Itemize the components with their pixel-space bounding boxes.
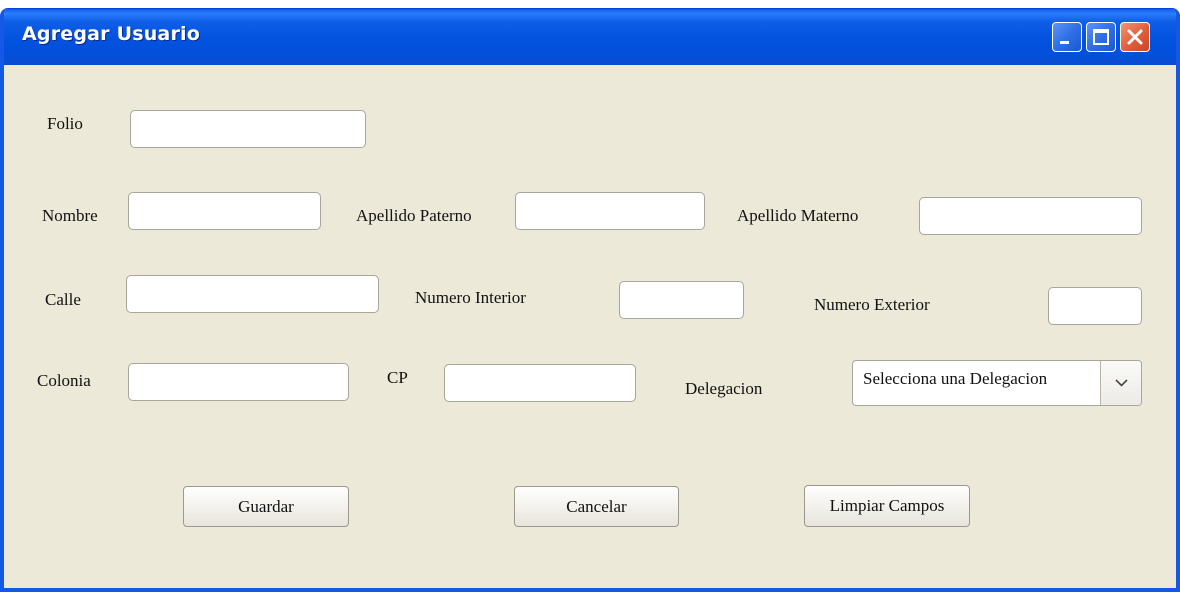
- colonia-input[interactable]: [128, 363, 349, 401]
- delegacion-dropdown-button[interactable]: [1100, 361, 1141, 405]
- cancelar-button[interactable]: Cancelar: [514, 486, 679, 527]
- numero-exterior-input[interactable]: [1048, 287, 1142, 325]
- apellido-paterno-label: Apellido Paterno: [356, 206, 472, 225]
- minimize-button[interactable]: [1052, 22, 1082, 52]
- calle-label: Calle: [45, 290, 81, 309]
- apellido-paterno-input[interactable]: [515, 192, 705, 230]
- folio-label: Folio: [47, 114, 83, 133]
- minimize-icon: [1060, 41, 1069, 44]
- cp-input[interactable]: [444, 364, 636, 402]
- chevron-down-icon: [1115, 379, 1128, 387]
- colonia-label: Colonia: [37, 371, 91, 390]
- numero-interior-label: Numero Interior: [415, 288, 526, 307]
- maximize-icon: [1093, 29, 1109, 45]
- limpiar-campos-button[interactable]: Limpiar Campos: [804, 485, 970, 527]
- nombre-input[interactable]: [128, 192, 321, 230]
- cp-label: CP: [387, 368, 408, 387]
- agregar-usuario-window: Agregar Usuario Folio Nombre Apellido Pa…: [0, 8, 1180, 592]
- numero-exterior-label: Numero Exterior: [814, 295, 930, 314]
- nombre-label: Nombre: [42, 206, 98, 225]
- apellido-materno-input[interactable]: [919, 197, 1142, 235]
- delegacion-label: Delegacion: [685, 379, 763, 398]
- delegacion-selected-value: Selecciona una Delegacion: [863, 369, 1048, 388]
- title-bar[interactable]: Agregar Usuario: [4, 9, 1176, 65]
- delegacion-select[interactable]: Selecciona una Delegacion: [852, 360, 1142, 406]
- guardar-button[interactable]: Guardar: [183, 486, 349, 527]
- apellido-materno-label: Apellido Materno: [737, 206, 859, 225]
- folio-input[interactable]: [130, 110, 366, 148]
- calle-input[interactable]: [126, 275, 379, 313]
- window-title: Agregar Usuario: [22, 23, 200, 45]
- maximize-button[interactable]: [1086, 22, 1116, 52]
- numero-interior-input[interactable]: [619, 281, 744, 319]
- close-button[interactable]: [1120, 22, 1150, 52]
- close-icon: [1127, 29, 1143, 45]
